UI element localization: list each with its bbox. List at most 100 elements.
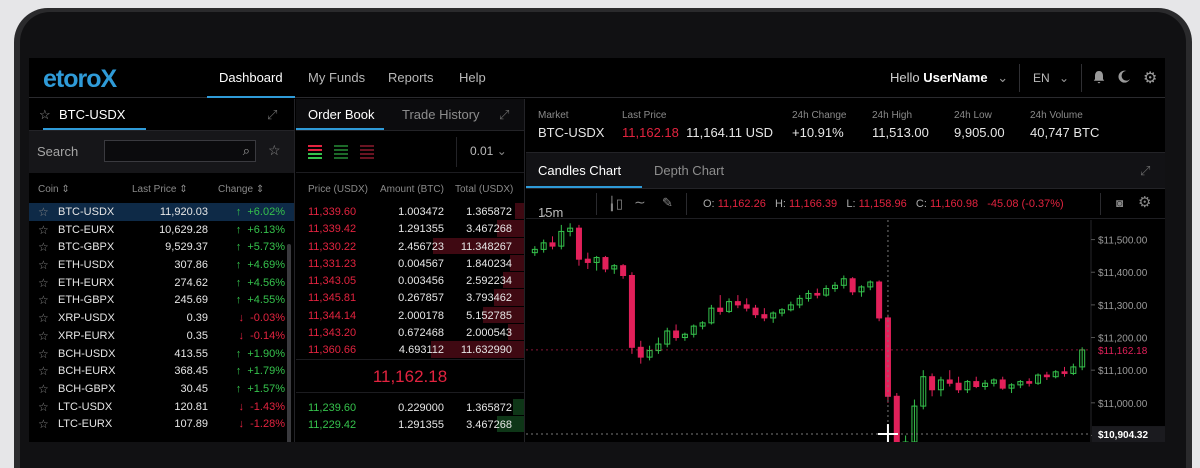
chart-settings-gear-icon[interactable]: ⚙	[1138, 193, 1151, 211]
precision-select[interactable]: 0.01 ⌄	[470, 144, 507, 158]
chart-canvas[interactable]: $11,500.00 $11,400.00 $11,300.00 $11,200.00…	[526, 220, 1165, 442]
candles-chart[interactable]: $11,500.00 $11,400.00 $11,300.00 $11,200.00…	[526, 220, 1165, 442]
star-icon[interactable]: ☆	[38, 311, 49, 325]
market-row[interactable]: ☆ ETH-USDX 307.86 ↑ +4.69%	[29, 256, 294, 274]
expand-icon[interactable]: ⤢	[499, 99, 509, 131]
candle-body	[761, 314, 768, 319]
tab-depth-chart[interactable]: Depth Chart	[654, 155, 724, 189]
change-percent: +1.57%	[247, 382, 285, 395]
expand-icon[interactable]: ⤢	[1140, 155, 1150, 187]
ask-row[interactable]: 11,331.23 0.004567 1.840234	[296, 254, 524, 272]
nav-my-funds[interactable]: My Funds	[308, 58, 365, 98]
ask-row[interactable]: 11,339.42 1.291355 3.467268	[296, 220, 524, 237]
market-row[interactable]: ☆ LTC-USDX 120.81 ↓ -1.43%	[29, 398, 294, 416]
star-icon[interactable]: ☆	[38, 417, 49, 431]
coin-name: ETH-USDX	[58, 259, 115, 272]
star-icon[interactable]: ☆	[38, 364, 49, 378]
market-tab[interactable]: BTC-USDX	[59, 99, 125, 131]
market-row[interactable]: ☆ ETH-GBPX 245.69 ↑ +4.55%	[29, 291, 294, 309]
moon-icon[interactable]	[1118, 70, 1131, 86]
coin-name: ETH-EURX	[58, 276, 115, 289]
ask-row[interactable]: 11,345.81 0.267857 3.793462	[296, 289, 524, 306]
order-total: 3.467268	[466, 223, 512, 236]
market-row[interactable]: ☆ BTC-USDX 11,920.03 ↑ +6.02%	[29, 203, 294, 221]
tab-order-book[interactable]: Order Book	[308, 99, 374, 131]
arrow-down-icon: ↓	[238, 329, 245, 342]
y-tick-label: $11,000.00	[1098, 399, 1148, 410]
ask-row[interactable]: 11,344.14 2.000178 5.152785	[296, 306, 524, 324]
bid-row[interactable]: 11,229.42 1.291355 3.467268	[296, 415, 524, 433]
ohlc-c-label: C:	[915, 198, 927, 210]
col-last-price-label: Last Price	[132, 184, 177, 195]
language-select[interactable]: EN ⌄	[1033, 58, 1069, 98]
market-row[interactable]: ☆ XRP-EURX 0.35 ↓ -0.14%	[29, 327, 294, 345]
col-change[interactable]: Change ⇕	[218, 184, 264, 195]
ohlc-h-value: 11,166.39	[789, 198, 838, 210]
candle-body	[584, 258, 591, 263]
candle-body	[849, 278, 856, 293]
market-row[interactable]: ☆ BTC-EURX 10,629.28 ↑ +6.13%	[29, 221, 294, 239]
star-icon[interactable]: ☆	[38, 276, 49, 290]
market-row[interactable]: ☆ BCH-GBPX 30.45 ↑ +1.57%	[29, 380, 294, 398]
market-scrollbar[interactable]	[287, 244, 291, 442]
search-input[interactable]	[105, 141, 233, 161]
col-coin[interactable]: Coin ⇕	[38, 184, 70, 195]
star-icon[interactable]: ☆	[38, 382, 49, 396]
ticker-market-value: BTC-USDX	[538, 125, 605, 140]
ask-row[interactable]: 11,343.05 0.003456 2.592234	[296, 272, 524, 289]
nav-reports[interactable]: Reports	[388, 58, 434, 98]
search-icon[interactable]: ⌕	[243, 143, 250, 159]
bid-row[interactable]: 11,239.60 0.229000 1.365872	[296, 398, 524, 416]
order-total: 11.348267	[460, 240, 512, 253]
hello-text: Hello	[890, 70, 920, 85]
star-icon[interactable]: ☆	[38, 329, 49, 343]
star-icon[interactable]: ☆	[38, 347, 49, 361]
star-icon[interactable]: ☆	[38, 400, 49, 414]
etoro-x-logo[interactable]: etoroX	[43, 65, 117, 94]
col-last-price[interactable]: Last Price ⇕	[132, 184, 188, 195]
change-value: ↓ -0.14%	[239, 330, 285, 342]
ask-row[interactable]: 11,360.66 4.693112 11.632990	[296, 341, 524, 358]
tab-trade-history[interactable]: Trade History	[402, 99, 480, 131]
view-bids-icon[interactable]	[334, 145, 348, 159]
market-row[interactable]: ☆ XRP-USDX 0.39 ↓ -0.03%	[29, 309, 294, 327]
order-price: 11,229.42	[308, 418, 357, 431]
order-amount: 1.003472	[398, 206, 444, 218]
order-amount: 1.291355	[398, 223, 444, 236]
star-icon[interactable]: ☆	[38, 258, 49, 272]
star-icon[interactable]: ☆	[38, 223, 49, 237]
ask-row[interactable]: 11,339.60 1.003472 1.365872	[296, 203, 524, 220]
star-icon[interactable]: ☆	[39, 99, 51, 131]
gear-icon[interactable]: ⚙	[1143, 68, 1157, 88]
star-icon[interactable]: ☆	[38, 240, 49, 254]
favorites-star-icon[interactable]: ☆	[268, 142, 281, 159]
view-both-icon[interactable]	[308, 145, 322, 159]
tab-candles-chart[interactable]: Candles Chart	[538, 155, 621, 189]
star-icon[interactable]: ☆	[38, 293, 49, 307]
bell-icon[interactable]	[1093, 70, 1105, 87]
order-amount: 2.456723	[398, 240, 444, 253]
line-type-icon[interactable]: ∼	[634, 194, 646, 211]
col-amount: Amount (BTC)	[380, 184, 444, 195]
sort-icon: ⇕	[61, 184, 70, 195]
market-row[interactable]: ☆ BCH-EURX 368.45 ↑ +1.79%	[29, 362, 294, 380]
candle-type-icon[interactable]: ╽▯	[608, 196, 623, 212]
nav-help[interactable]: Help	[459, 58, 486, 98]
camera-icon[interactable]: ◙	[1116, 196, 1123, 210]
ask-row[interactable]: 11,343.20 0.672468 2.000543	[296, 324, 524, 341]
expand-icon[interactable]: ⤢	[267, 99, 277, 131]
user-menu[interactable]: Hello UserName ⌄	[890, 58, 1008, 98]
market-row[interactable]: ☆ BCH-USDX 413.55 ↑ +1.90%	[29, 345, 294, 363]
nav-dashboard[interactable]: Dashboard	[207, 58, 295, 98]
last-price: 274.62	[174, 276, 208, 289]
order-price: 11,344.14	[308, 309, 357, 322]
market-row[interactable]: ☆ LTC-EURX 107.89 ↓ -1.28%	[29, 415, 294, 433]
spread-price: 11,162.18	[296, 358, 524, 393]
ticker-24h-volume: 24h Volume 40,747 BTC	[1030, 110, 1099, 140]
star-icon[interactable]: ☆	[38, 205, 49, 219]
market-row[interactable]: ☆ ETH-EURX 274.62 ↑ +4.56%	[29, 274, 294, 292]
ask-row[interactable]: 11,330.22 2.456723 11.348267	[296, 237, 524, 255]
draw-pencil-icon[interactable]: ✎	[662, 195, 673, 211]
view-asks-icon[interactable]	[360, 145, 374, 159]
market-row[interactable]: ☆ BTC-GBPX 9,529.37 ↑ +5.73%	[29, 238, 294, 256]
